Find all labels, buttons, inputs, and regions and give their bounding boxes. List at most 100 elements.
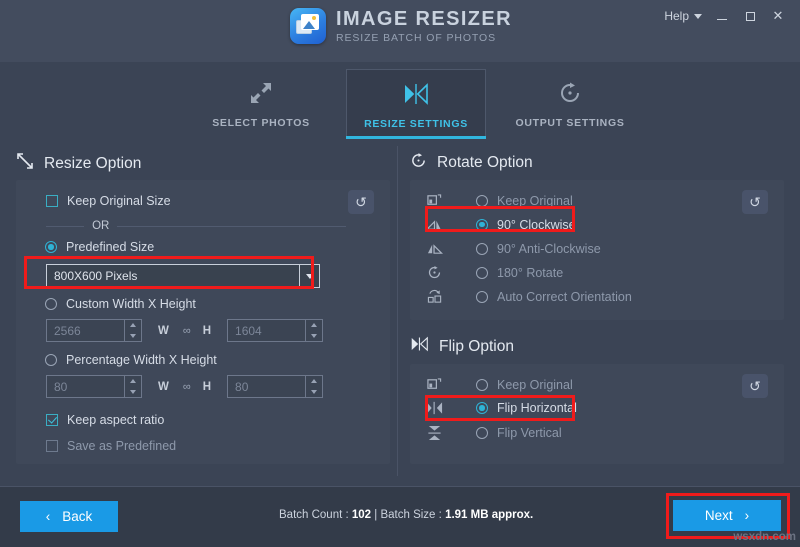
stepper-up-icon[interactable] (306, 376, 322, 387)
custom-width-stepper[interactable] (124, 320, 141, 341)
custom-size-label: Custom Width X Height (66, 297, 196, 311)
back-button[interactable]: ‹ Back (20, 501, 118, 532)
stepper-down-icon[interactable] (125, 387, 141, 398)
minimize-button[interactable] (708, 5, 736, 27)
reset-icon: ↺ (749, 193, 761, 210)
title-bar: IMAGE RESIZER RESIZE BATCH OF PHOTOS Hel… (0, 0, 800, 62)
window-controls: Help ✕ (658, 5, 792, 27)
chevron-down-icon (694, 13, 702, 19)
stepper-down-icon[interactable] (125, 331, 141, 342)
custom-size-radio-row[interactable]: Custom Width X Height (45, 297, 196, 311)
percentage-size-radio-row[interactable]: Percentage Width X Height (45, 353, 217, 367)
flip-horizontal-radio[interactable] (476, 402, 488, 414)
auto-orientation-icon (426, 289, 443, 304)
save-as-predefined-checkbox[interactable] (46, 440, 58, 452)
save-as-predefined-row[interactable]: Save as Predefined (46, 439, 176, 453)
resize-option-header: Resize Option (16, 152, 141, 175)
resize-diagonal-icon (16, 152, 34, 175)
flip-vertical-row[interactable]: Flip Vertical (426, 425, 562, 441)
app-branding: IMAGE RESIZER RESIZE BATCH OF PHOTOS (290, 8, 512, 44)
maximize-button[interactable] (736, 5, 764, 27)
percentage-height-value: 80 (235, 379, 249, 394)
app-subtitle: RESIZE BATCH OF PHOTOS (336, 31, 497, 44)
stepper-up-icon[interactable] (125, 320, 141, 331)
tab-bar: SELECT PHOTOS RESIZE SETTINGS OUTPUT SET… (0, 62, 800, 139)
tab-select-photos[interactable]: SELECT PHOTOS (191, 69, 331, 137)
percentage-size-radio[interactable] (45, 354, 57, 366)
keep-original-icon (426, 193, 443, 208)
tab-label: SELECT PHOTOS (212, 117, 310, 129)
rotate-90-clockwise-row[interactable]: 90° Clockwise (426, 217, 576, 232)
section-title: Flip Option (439, 337, 514, 355)
tab-label: RESIZE SETTINGS (364, 118, 468, 130)
rotate-keep-original-row[interactable]: Keep Original (426, 193, 573, 208)
rotate-180-row[interactable]: 180° Rotate (426, 265, 563, 280)
or-label: OR (92, 220, 110, 232)
rotate-reset-button[interactable]: ↺ (742, 190, 768, 214)
tab-label: OUTPUT SETTINGS (515, 117, 625, 129)
custom-height-stepper[interactable] (305, 320, 322, 341)
keep-aspect-ratio-checkbox[interactable] (46, 414, 58, 426)
settings-body: Resize Option ↺ Keep Original Size OR Pr… (0, 138, 800, 486)
chevron-left-icon: ‹ (45, 509, 51, 524)
resize-option-panel: ↺ Keep Original Size OR Predefined Size … (16, 180, 390, 464)
close-icon: ✕ (772, 8, 784, 23)
rotate-90-anticlockwise-row[interactable]: 90° Anti-Clockwise (426, 241, 601, 256)
batch-size-label: Batch Size : (380, 509, 442, 521)
auto-correct-orientation-radio[interactable] (476, 290, 488, 303)
rotate-180-anticlockwise-radio[interactable] (476, 242, 488, 255)
rotate-option-label: Keep Original (497, 193, 573, 208)
rotate-option-label: 180° Rotate (497, 265, 564, 280)
flip-horizontal-icon (410, 336, 429, 357)
flip-reset-button[interactable]: ↺ (742, 374, 768, 398)
resize-reset-button[interactable]: ↺ (348, 190, 374, 214)
stepper-up-icon[interactable] (306, 320, 322, 331)
rotate-keep-original-radio[interactable] (476, 194, 488, 207)
stepper-down-icon[interactable] (306, 331, 322, 342)
next-button[interactable]: Next › (673, 500, 781, 531)
batch-count-value: 102 (351, 509, 372, 521)
rotate-90-cw-icon (426, 217, 443, 232)
percentage-width-input[interactable]: 80 (46, 375, 142, 398)
predefined-size-dropdown[interactable]: 800X600 Pixels (46, 264, 320, 288)
stepper-down-icon[interactable] (306, 387, 322, 398)
batch-count-label: Batch Count : (279, 509, 349, 521)
flip-option-header: Flip Option (410, 336, 514, 357)
flip-keep-original-radio[interactable] (476, 378, 488, 391)
rotate-option-header: Rotate Option (410, 152, 533, 174)
width-label: W (158, 324, 169, 337)
keep-aspect-ratio-row[interactable]: Keep aspect ratio (46, 413, 164, 427)
percentage-size-label: Percentage Width X Height (66, 353, 217, 367)
rotate-90-clockwise-radio[interactable] (476, 218, 488, 231)
custom-size-fields: 2566 W ∞ H 1604 (46, 319, 324, 342)
flip-option-panel: ↺ Keep Original Flip Horizontal Flip Ver… (410, 364, 784, 464)
keep-original-size-checkbox-row[interactable]: Keep Original Size (46, 194, 171, 208)
help-label: Help (664, 9, 689, 23)
custom-size-radio[interactable] (45, 298, 57, 310)
rotate-90-ccw-icon (426, 241, 443, 256)
chain-link-icon: ∞ (182, 324, 191, 337)
chevron-down-icon[interactable] (299, 265, 319, 287)
predefined-size-radio[interactable] (45, 241, 57, 253)
custom-width-input[interactable]: 2566 (46, 319, 142, 342)
percentage-height-stepper[interactable] (305, 376, 322, 397)
rotate-180-radio[interactable] (476, 266, 488, 279)
percentage-width-stepper[interactable] (124, 376, 141, 397)
flip-horizontal-row[interactable]: Flip Horizontal (426, 401, 577, 415)
tab-output-settings[interactable]: OUTPUT SETTINGS (500, 69, 640, 137)
help-menu-button[interactable]: Help (658, 5, 708, 27)
predefined-size-radio-row[interactable]: Predefined Size (45, 240, 154, 254)
tab-resize-settings[interactable]: RESIZE SETTINGS (346, 69, 486, 137)
rotate-clockwise-icon (558, 80, 582, 106)
percentage-height-input[interactable]: 80 (227, 375, 324, 398)
flip-vertical-radio[interactable] (476, 427, 488, 439)
reset-icon: ↺ (355, 193, 367, 210)
auto-correct-orientation-row[interactable]: Auto Correct Orientation (426, 289, 632, 304)
close-button[interactable]: ✕ (764, 5, 792, 27)
flip-keep-original-row[interactable]: Keep Original (426, 377, 573, 392)
section-title: Rotate Option (437, 154, 533, 171)
custom-height-input[interactable]: 1604 (227, 319, 324, 342)
chevron-right-icon: › (744, 508, 750, 523)
stepper-up-icon[interactable] (125, 376, 141, 387)
keep-original-size-checkbox[interactable] (46, 195, 58, 207)
